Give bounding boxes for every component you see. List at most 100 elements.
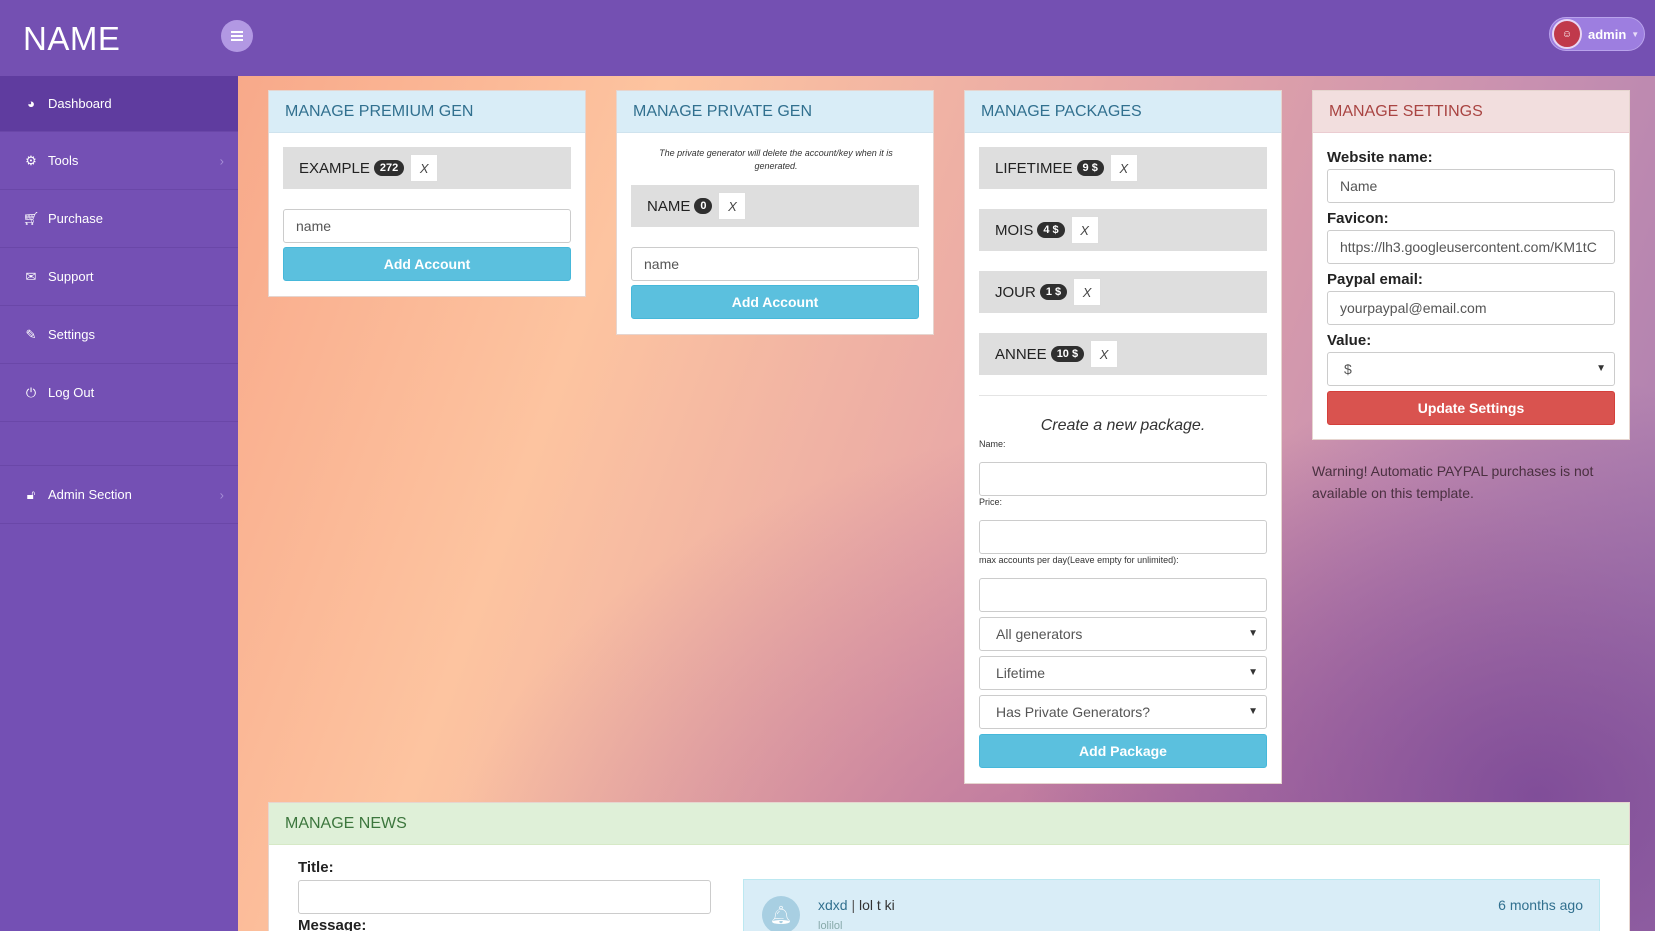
generators-select[interactable]: All generators ▼ — [979, 617, 1267, 651]
remove-button[interactable]: X — [718, 192, 747, 220]
currency-select[interactable]: $ ▼ — [1327, 352, 1615, 386]
website-name-label: Website name: — [1327, 149, 1433, 166]
package-item: MOIS 4 $ X — [979, 209, 1267, 251]
name-label: Name: — [979, 439, 1006, 449]
remove-button[interactable]: X — [1090, 340, 1119, 368]
panel-title: MANAGE PREMIUM GEN — [269, 91, 585, 133]
package-item: ANNEE 10 $ X — [979, 333, 1267, 375]
sidebar-item-label: Tools — [48, 153, 79, 168]
generator-item: EXAMPLE 272 X — [283, 147, 571, 189]
news-headline: lol t ki — [859, 897, 895, 913]
package-name: LIFETIMEE — [995, 159, 1073, 177]
account-input[interactable]: name — [631, 247, 919, 281]
private-generators-select[interactable]: Has Private Generators? ▼ — [979, 695, 1267, 729]
user-menu-button[interactable]: ☺ admin ▼ — [1549, 17, 1645, 51]
panel-title: MANAGE SETTINGS — [1313, 91, 1629, 133]
sidebar-item-logout[interactable]: ⏻ Log Out — [0, 364, 238, 422]
website-name-input[interactable]: Name — [1327, 169, 1615, 203]
news-separator: | — [847, 897, 859, 913]
paypal-email-input[interactable]: yourpaypal@email.com — [1327, 291, 1615, 325]
package-item: LIFETIMEE 9 $ X — [979, 147, 1267, 189]
chevron-right-icon: › — [219, 487, 224, 502]
news-author-link[interactable]: xdxd — [818, 897, 848, 913]
divider — [979, 395, 1267, 396]
top-bar: NAME ☺ admin ▼ — [0, 0, 1655, 76]
max-accounts-label: max accounts per day(Leave empty for unl… — [979, 555, 1179, 565]
sidebar-item-label: Support — [48, 269, 94, 284]
news-item: 🔔︎ xdxd | lol t ki lolilol 6 months ago — [743, 879, 1600, 931]
sidebar-item-label: Log Out — [48, 385, 95, 400]
paypal-warning: Warning! Automatic PAYPAL purchases is n… — [1312, 463, 1594, 501]
generator-name: NAME — [647, 197, 691, 215]
sidebar-item-settings[interactable]: ✎ Settings — [0, 306, 238, 364]
sidebar-item-label: Purchase — [48, 211, 103, 226]
favicon-label: Favicon: — [1327, 210, 1389, 227]
remove-button[interactable]: X — [1070, 216, 1099, 244]
chevron-down-icon: ▼ — [1631, 29, 1640, 39]
sidebar-item-label: Admin Section — [48, 487, 132, 502]
main-content: MANAGE PREMIUM GEN EXAMPLE 272 X name Ad… — [238, 76, 1655, 931]
menu-toggle-button[interactable] — [221, 20, 253, 52]
count-badge: 272 — [373, 160, 405, 176]
package-price-input[interactable] — [979, 520, 1267, 554]
news-body: lolilol — [818, 920, 843, 931]
sidebar-item-label: Dashboard — [48, 96, 112, 111]
sidebar-spacer — [0, 422, 238, 466]
account-input[interactable]: name — [283, 209, 571, 243]
sidebar-item-tools[interactable]: ⚙ Tools › — [0, 132, 238, 190]
package-name: ANNEE — [995, 345, 1047, 363]
sidebar-item-support[interactable]: ✉ Support — [0, 248, 238, 306]
generator-name: EXAMPLE — [299, 159, 370, 177]
chat-icon: ✉ — [25, 268, 37, 284]
add-account-button[interactable]: Add Account — [631, 285, 919, 319]
sidebar: ◕ Dashboard ⚙ Tools › 🛒︎ Purchase ✉ Supp… — [0, 76, 238, 931]
select-value: Has Private Generators? — [996, 704, 1151, 720]
max-accounts-input[interactable] — [979, 578, 1267, 612]
add-account-button[interactable]: Add Account — [283, 247, 571, 281]
duration-select[interactable]: Lifetime ▼ — [979, 656, 1267, 690]
favicon-input[interactable]: https://lh3.googleusercontent.com/KM1tC — [1327, 230, 1615, 264]
sidebar-item-label: Settings — [48, 327, 95, 342]
gears-icon: ⚙ — [25, 152, 37, 168]
remove-button[interactable]: X — [1073, 278, 1102, 306]
user-name: admin — [1588, 26, 1627, 42]
news-panel: MANAGE NEWS Title: Message: 🔔︎ xdxd | lo… — [268, 802, 1630, 931]
settings-panel: MANAGE SETTINGS Website name: Name Favic… — [1312, 90, 1630, 440]
hamburger-icon — [231, 35, 243, 37]
price-label: Price: — [979, 497, 1003, 507]
news-title-label: Title: — [298, 859, 334, 876]
update-settings-button[interactable]: Update Settings — [1327, 391, 1615, 425]
generator-item: NAME 0 X — [631, 185, 919, 227]
package-name-input[interactable] — [979, 462, 1267, 496]
sidebar-item-admin-section[interactable]: 🔓︎ Admin Section › — [0, 466, 238, 524]
private-gen-note: The private generator will delete the ac… — [659, 148, 893, 171]
private-gen-panel: MANAGE PRIVATE GEN The private generator… — [616, 90, 934, 335]
sidebar-item-purchase[interactable]: 🛒︎ Purchase — [0, 190, 238, 248]
count-badge: 0 — [694, 198, 713, 214]
remove-button[interactable]: X — [1109, 154, 1138, 182]
news-title-input[interactable] — [298, 880, 711, 914]
panel-title: MANAGE PRIVATE GEN — [617, 91, 933, 133]
caret-down-icon: ▼ — [1248, 667, 1258, 678]
select-value: $ — [1344, 361, 1352, 377]
panel-title: MANAGE PACKAGES — [965, 91, 1281, 133]
sidebar-item-dashboard[interactable]: ◕ Dashboard — [0, 76, 238, 132]
add-package-button[interactable]: Add Package — [979, 734, 1267, 768]
unlock-icon: 🔓︎ — [26, 486, 36, 502]
packages-panel: MANAGE PACKAGES LIFETIMEE 9 $ X MOIS 4 $… — [964, 90, 1282, 784]
package-name: JOUR — [995, 283, 1036, 301]
package-item: JOUR 1 $ X — [979, 271, 1267, 313]
caret-down-icon: ▼ — [1248, 706, 1258, 717]
news-item-header: xdxd | lol t ki — [818, 897, 895, 913]
panel-title: MANAGE NEWS — [269, 803, 1629, 845]
select-value: Lifetime — [996, 665, 1046, 681]
remove-button[interactable]: X — [410, 154, 439, 182]
chevron-right-icon: › — [219, 153, 224, 168]
price-badge: 1 $ — [1039, 284, 1068, 300]
paypal-email-label: Paypal email: — [1327, 271, 1423, 288]
dashboard-icon: ◕ — [27, 96, 35, 111]
caret-down-icon: ▼ — [1596, 363, 1606, 374]
create-package-heading: Create a new package. — [1040, 417, 1206, 434]
value-label: Value: — [1327, 332, 1372, 349]
brand-title[interactable]: NAME — [23, 20, 120, 58]
